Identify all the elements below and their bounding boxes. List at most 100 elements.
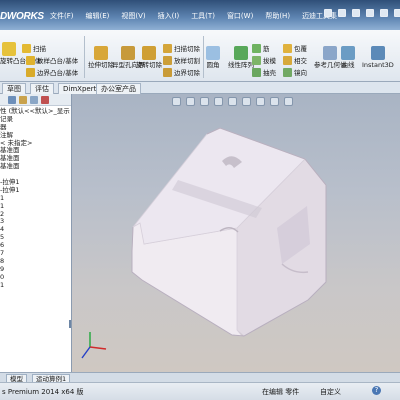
mirror-button[interactable]: 镜向 (283, 67, 307, 77)
tree-item[interactable]: 记录 (0, 115, 71, 124)
swept-cut-icon (163, 43, 172, 53)
intersect-label: 相交 (294, 57, 307, 65)
extrude-cut-icon (94, 46, 108, 60)
shell-icon (252, 67, 261, 77)
rib-label: 筋 (263, 45, 270, 53)
print-icon[interactable] (366, 9, 374, 17)
boundary-icon (26, 67, 35, 77)
instant3d-button[interactable]: Instant3D (362, 46, 394, 69)
tab-evaluate[interactable]: 评估 (30, 83, 54, 94)
linear-pattern-button[interactable]: 线性阵列 (228, 46, 254, 69)
app-brand: DWORKS (0, 11, 44, 22)
units-custom[interactable]: 自定义 (320, 387, 341, 397)
mirror-icon (283, 67, 292, 77)
curves-button[interactable]: 曲线 (341, 46, 355, 69)
hole-wizard-icon (121, 46, 136, 60)
help-icon[interactable]: ? (372, 386, 381, 395)
boundary-cut-icon (163, 67, 172, 77)
instant3d-icon (370, 46, 385, 60)
ribbon-separator (84, 36, 85, 78)
lofted-cut-button[interactable]: 放样切割 (163, 55, 200, 65)
tree-item[interactable]: 5 (0, 233, 71, 242)
command-tabs: 草图 评估 DimXpert 办公室产品 (0, 82, 400, 94)
revolve-icon (2, 42, 16, 56)
menu-tools[interactable]: 工具(T) (185, 11, 221, 21)
feature-manager-panel: 性 (默认<<默认>_显示 记录 器 注解 < 未指定> 基准面 基准面 基准面… (0, 94, 72, 372)
wrap-icon (283, 43, 292, 53)
tree-item[interactable]: 7 (0, 249, 71, 258)
boundary-label: 边界凸台/基体 (37, 69, 79, 77)
undo-icon[interactable] (380, 9, 388, 17)
menu-insert[interactable]: 插入(I) (152, 11, 186, 21)
draft-label: 拔模 (263, 57, 276, 65)
menu-help[interactable]: 帮助(H) (259, 11, 296, 21)
intersect-button[interactable]: 相交 (283, 55, 307, 65)
lofted-cut-label: 放样切割 (174, 57, 200, 65)
tree-item[interactable]: 6 (0, 241, 71, 250)
extrude-cut-button[interactable]: 拉伸切除 (88, 46, 114, 69)
tree-item[interactable]: 8 (0, 257, 71, 266)
shell-button[interactable]: 抽壳 (252, 67, 276, 77)
feature-tree-icon[interactable] (8, 95, 16, 104)
sweep-icon (22, 43, 31, 53)
wrap-label: 包覆 (294, 45, 307, 53)
menu-view[interactable]: 视图(V) (115, 11, 151, 21)
tree-item[interactable]: 3 (0, 218, 71, 226)
triad-x-axis (89, 346, 107, 350)
tab-office-products[interactable]: 办公室产品 (96, 83, 141, 94)
dimxpert-manager-icon[interactable] (41, 95, 49, 104)
graphics-viewport[interactable] (72, 94, 400, 372)
swept-cut-label: 扫描切除 (174, 45, 200, 53)
options-icon[interactable] (394, 9, 400, 17)
tab-dimxpert[interactable]: DimXpert (58, 83, 102, 94)
tree-item[interactable]: -拉伸1 (0, 186, 71, 195)
rib-button[interactable]: 筋 (252, 43, 270, 53)
instant3d-label: Instant3D (362, 61, 394, 69)
product-version: s Premium 2014 x64 版 (2, 388, 84, 396)
sweep-label: 扫描 (33, 45, 46, 53)
curves-icon (341, 46, 355, 60)
boundary-cut-button[interactable]: 边界切除 (163, 67, 200, 77)
tree-item[interactable]: 9 (0, 265, 71, 274)
menu-window[interactable]: 窗口(W) (221, 11, 259, 21)
triad-z-axis (81, 346, 91, 359)
swept-cut-button[interactable]: 扫描切除 (163, 43, 200, 53)
sweep-button[interactable]: 扫描 (22, 43, 46, 53)
part-model[interactable] (72, 94, 400, 372)
feature-manager-toolbar (0, 94, 71, 106)
tree-item[interactable]: 0 (0, 273, 71, 282)
feature-tree: 性 (默认<<默认>_显示 记录 器 注解 < 未指定> 基准面 基准面 基准面… (0, 106, 71, 289)
title-bar: DWORKS 文件(F) 编辑(E) 视图(V) 插入(I) 工具(T) 窗口(… (0, 0, 400, 30)
save-icon[interactable] (352, 9, 360, 17)
tree-item[interactable]: 1 (0, 202, 71, 211)
ribbon-separator (203, 36, 204, 78)
reference-geometry-icon (323, 46, 338, 60)
tree-item[interactable]: 基准面 (0, 162, 71, 171)
curves-label: 曲线 (341, 61, 355, 69)
intersect-icon (283, 55, 292, 65)
wrap-button[interactable]: 包覆 (283, 43, 307, 53)
open-file-icon[interactable] (338, 9, 346, 17)
configuration-manager-icon[interactable] (30, 95, 38, 104)
boundary-boss-button[interactable]: 边界凸台/基体 (26, 67, 78, 77)
extrude-cut-label: 拉伸切除 (88, 61, 114, 69)
new-file-icon[interactable] (324, 9, 332, 17)
menu-edit[interactable]: 编辑(E) (80, 11, 116, 21)
draft-button[interactable]: 拔模 (252, 55, 276, 65)
loft-boss-button[interactable]: 放样凸台/基体 (26, 55, 78, 65)
tree-item[interactable]: 1 (0, 194, 71, 203)
linear-pattern-label: 线性阵列 (228, 61, 254, 69)
property-manager-icon[interactable] (19, 95, 27, 104)
bottom-tabs: 模型 运动算例1 (0, 372, 400, 383)
tree-item[interactable]: 2 (0, 210, 71, 219)
tree-item[interactable]: 4 (0, 225, 71, 234)
mirror-label: 镜向 (294, 69, 307, 77)
tree-item[interactable]: 1 (0, 281, 71, 290)
revolve-cut-button[interactable]: 旋转切除 (136, 46, 162, 69)
tab-sketch[interactable]: 草图 (2, 83, 26, 94)
revolve-cut-label: 旋转切除 (136, 61, 162, 69)
quick-access-toolbar (324, 9, 400, 17)
menu-file[interactable]: 文件(F) (44, 11, 80, 21)
fillet-button[interactable]: 圆角 (206, 46, 220, 69)
fillet-icon (206, 46, 220, 60)
